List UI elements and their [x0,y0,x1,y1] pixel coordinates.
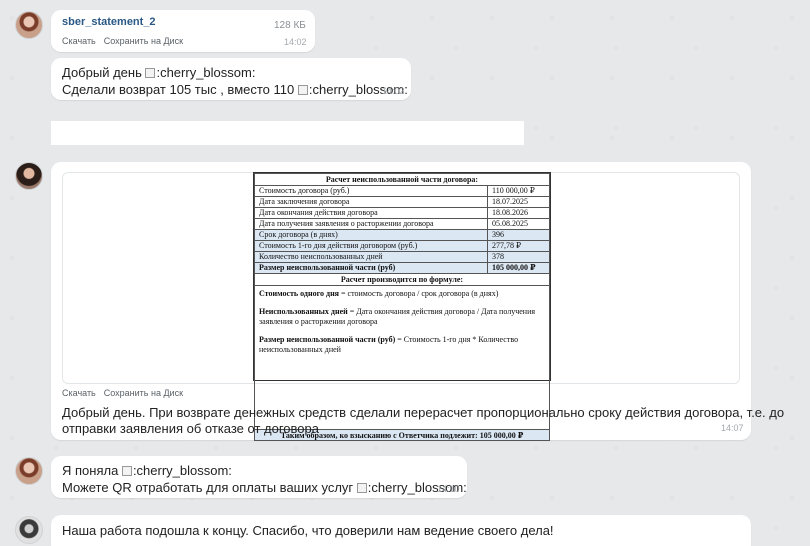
image-actions: Скачать Сохранить на Диск [62,388,191,398]
message-text-line: Добрый день. При возврате денежных средс… [62,405,785,420]
doc-row: Срок договора (в днях) 396 [254,229,550,241]
formula-title: Расчет производится по формуле: [254,273,550,286]
message-time: 14:10 [437,484,460,494]
doc-title: Расчет неиспользованной части договора: [254,173,550,186]
cherry-blossom-icon [121,466,132,476]
avatar[interactable] [15,162,43,190]
message-text-line: Наша работа подошла к концу. Спасибо, чт… [62,523,554,538]
message-time: 14:07 [721,423,744,433]
cherry-blossom-icon [356,483,367,493]
doc-row: Дата заключения договора 18.07.2025 [254,196,550,208]
cherry-blossom-icon [145,68,156,78]
doc-row: Количество неиспользованных дней 378 [254,251,550,263]
cherry-blossom-icon [297,85,308,95]
save-to-disk-link[interactable]: Сохранить на Диск [104,36,183,46]
file-name-link[interactable]: sber_statement_2 [62,16,156,28]
message-text-line: Можете QR отработать для оплаты ваших ус… [62,480,467,495]
file-size: 128 КБ [274,20,306,31]
doc-row: Дата окончания действия договора 18.08.20… [254,207,550,219]
avatar[interactable] [15,516,43,544]
doc-row: Стоимость договора (руб.) 110 000,00 ₽ [254,185,550,197]
doc-row: Размер неиспользованной части (руб) 105 0… [254,262,550,274]
message-text-line: Я поняла :cherry_blossom: [62,463,232,478]
download-link[interactable]: Скачать [62,36,96,46]
message-text-line: Добрый день :cherry_blossom: [62,65,256,80]
message-time: 14:02 [284,37,307,47]
save-to-disk-link[interactable]: Сохранить на Диск [104,388,183,398]
file-actions: Скачать Сохранить на Диск [62,36,191,46]
message-text-line: Сделали возврат 105 тыс , вместо 110 :ch… [62,82,408,97]
avatar[interactable] [15,457,43,485]
message-text-line: отправки заявления об отказе от договора [62,421,319,436]
doc-row: Стоимость 1-го дня действия договором (р… [254,240,550,252]
doc-row: Дата получения заявления о расторжении д… [254,218,550,230]
redacted-strip [51,121,524,145]
download-link[interactable]: Скачать [62,388,96,398]
avatar[interactable] [15,11,43,39]
calculation-document[interactable]: Расчет неиспользованной части договора: … [253,172,551,441]
message-time: 14:02 [382,86,405,96]
